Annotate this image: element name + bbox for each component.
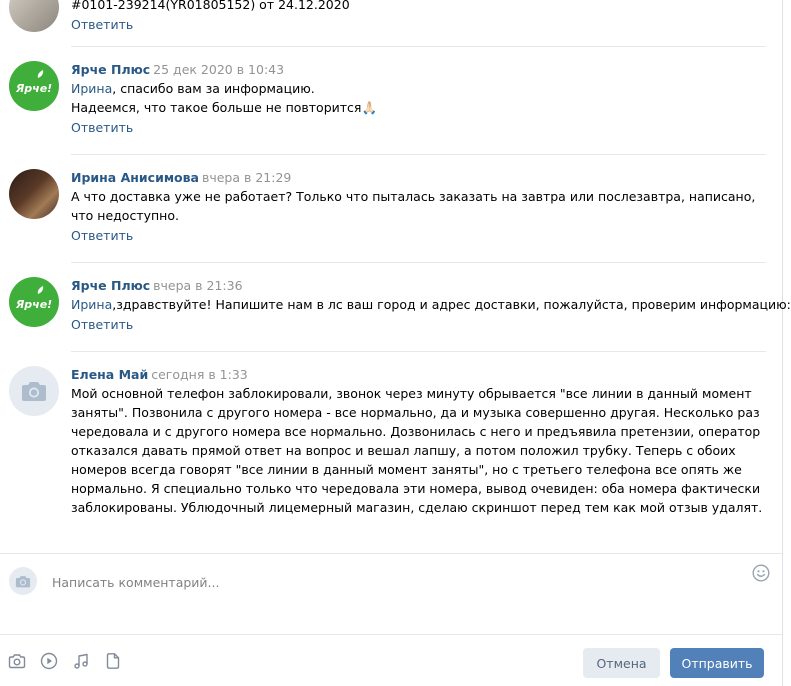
camera-icon: [15, 575, 31, 587]
comment-text: #0101-239214(YR01805152) от 24.12.2020: [71, 0, 350, 12]
comment-divider: [71, 262, 766, 263]
comment-input[interactable]: [52, 572, 712, 592]
yarche-logo-avatar[interactable]: Ярче!: [9, 277, 59, 327]
toolbar-divider: [0, 634, 782, 635]
camera-icon: [22, 382, 46, 401]
video-attach-icon[interactable]: [40, 652, 58, 670]
reply-link[interactable]: Ответить: [71, 119, 133, 137]
comment-divider: [71, 154, 766, 155]
user-photo-avatar[interactable]: [9, 169, 59, 219]
svg-text:Ярче!: Ярче!: [15, 82, 52, 95]
comment-author[interactable]: Ярче Плюс: [71, 62, 150, 77]
comment-item: Ярче! Ярче Плюс вчера в 21:36 Ирина,здрав…: [0, 277, 791, 353]
svg-text:Ярче!: Ярче!: [15, 298, 52, 311]
reply-link[interactable]: Ответить: [71, 16, 133, 34]
comment-text: Мой основной телефон заблокировали, звон…: [71, 386, 763, 515]
mention-link[interactable]: Ирина: [71, 297, 112, 312]
comment-divider: [71, 351, 766, 352]
yarche-logo-icon: Ярче!: [15, 70, 52, 95]
comment-item: Ирина Анисимова вчера в 21:29 А что доста…: [0, 169, 782, 263]
mention-link[interactable]: Ирина: [71, 81, 112, 96]
comment-date[interactable]: вчера в 21:29: [202, 170, 291, 185]
comment-text: А что доставка уже не работает? Только ч…: [71, 189, 756, 223]
comment-text: Ирина, спасибо вам за информацию. Надеем…: [71, 81, 378, 115]
comment-date[interactable]: вчера в 21:36: [153, 278, 242, 293]
default-avatar[interactable]: [9, 366, 59, 416]
comment-author[interactable]: Ирина Анисимова: [71, 170, 199, 185]
page-right-border: [782, 0, 783, 686]
comment-author[interactable]: Елена Май: [71, 367, 148, 382]
comment-item: #0101-239214(YR01805152) от 24.12.2020 О…: [0, 0, 782, 46]
photo-attach-icon[interactable]: [8, 652, 26, 670]
comment-item: Елена Май сегодня в 1:33 Мой основной тел…: [0, 366, 782, 536]
cancel-button[interactable]: Отмена: [583, 648, 660, 678]
comment-divider: [71, 46, 766, 47]
comment-date[interactable]: сегодня в 1:33: [151, 367, 248, 382]
document-attach-icon[interactable]: [104, 652, 122, 670]
smile-icon[interactable]: [752, 564, 770, 582]
comment-text: Ирина,здравствуйте! Напишите нам в лс ва…: [71, 297, 791, 312]
composer-avatar: [9, 567, 37, 595]
comment-item: Ярче! Ярче Плюс 25 дек 2020 в 10:43 Ирина…: [0, 61, 782, 155]
commenter-avatar[interactable]: [9, 0, 59, 32]
reply-link[interactable]: Ответить: [71, 227, 133, 245]
yarche-logo-icon: Ярче!: [15, 286, 52, 311]
comment-author[interactable]: Ярче Плюс: [71, 278, 150, 293]
comment-date[interactable]: 25 дек 2020 в 10:43: [153, 62, 284, 77]
reply-link[interactable]: Ответить: [71, 316, 133, 334]
send-button[interactable]: Отправить: [670, 648, 764, 678]
yarche-logo-avatar[interactable]: Ярче!: [9, 61, 59, 111]
audio-attach-icon[interactable]: [72, 652, 90, 670]
